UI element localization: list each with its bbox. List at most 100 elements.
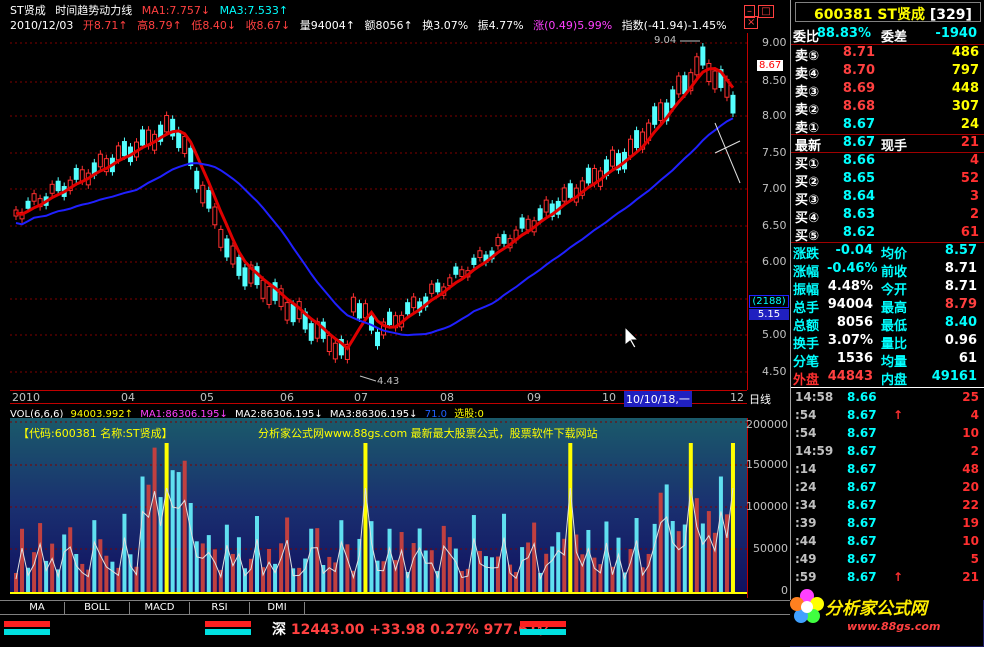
code-overlay: 【代码:600381 名称:ST贤成】 bbox=[18, 426, 173, 440]
volume-bar bbox=[706, 511, 711, 593]
volume-bar bbox=[550, 546, 555, 593]
volume-bar bbox=[38, 523, 43, 593]
weicha-value: -1940 bbox=[935, 26, 977, 41]
maximize-button[interactable]: □ bbox=[758, 5, 774, 18]
tick-volume: 5 bbox=[970, 552, 979, 566]
volume-bar bbox=[688, 443, 693, 593]
candle bbox=[567, 183, 573, 198]
stat-value: 8.79 bbox=[944, 297, 977, 312]
turnover-label: 换3.07% bbox=[422, 19, 469, 32]
volume-label: 量94004↑ bbox=[299, 19, 355, 32]
inner-label: 内盘 bbox=[881, 373, 908, 388]
volume-bar bbox=[465, 568, 470, 593]
volume-bar bbox=[634, 518, 639, 593]
sell-row: 卖① 8.67 24 bbox=[793, 117, 983, 136]
divider bbox=[791, 387, 984, 388]
inner-outer-row: 外盘 44843 内盘 49161 bbox=[791, 369, 981, 388]
tick-row: :54 8.67 ↑ 4 bbox=[793, 408, 983, 426]
tick-volume: 4 bbox=[970, 408, 979, 422]
sell-row: 卖④ 8.70 797 bbox=[793, 63, 983, 82]
volume-bar bbox=[98, 539, 103, 593]
close-button[interactable]: × bbox=[744, 16, 759, 29]
volume-bar bbox=[212, 549, 217, 593]
tick-row: 14:58 8.66 25 bbox=[793, 390, 983, 408]
change-label: 涨(0.49)5.99% bbox=[533, 19, 613, 32]
volume-bar bbox=[568, 443, 573, 593]
tick-row: :34 8.67 22 bbox=[793, 498, 983, 516]
indicator-tabs: MA BOLL MACD RSI DMI bbox=[0, 600, 790, 615]
candle bbox=[706, 62, 712, 82]
tick-volume: 20 bbox=[962, 480, 979, 494]
price-tick: 6.00 bbox=[762, 255, 787, 268]
volume-bar bbox=[556, 532, 561, 593]
open-label: 开8.71↑ bbox=[82, 19, 128, 32]
sell-price: 8.67 bbox=[842, 117, 875, 132]
candle bbox=[459, 269, 465, 278]
sell-volume: 24 bbox=[960, 117, 979, 132]
down-ratio-bar-2 bbox=[205, 629, 251, 635]
candle bbox=[164, 115, 170, 133]
vol-tick: 150000 bbox=[746, 458, 788, 471]
volume-bar bbox=[417, 528, 422, 593]
tick-price: 8.67 bbox=[847, 480, 877, 494]
stat-label: 分笔 bbox=[793, 355, 820, 370]
stock-name[interactable]: ST贤成 bbox=[10, 4, 46, 17]
ma3-value: MA3:7.533↑ bbox=[219, 4, 289, 17]
candle bbox=[212, 206, 218, 226]
stat-label: 总额 bbox=[793, 319, 820, 334]
low-annotation: 4.43 bbox=[377, 376, 399, 387]
volume-bar bbox=[363, 443, 368, 593]
stat-label: 涨幅 bbox=[793, 265, 820, 280]
candle bbox=[242, 267, 248, 287]
volume-bar bbox=[224, 524, 229, 593]
volume-chart[interactable]: 【代码:600381 名称:ST贤成】 分析家公式网www.88gs.com 最… bbox=[10, 418, 747, 598]
volume-bar bbox=[399, 532, 404, 593]
buy-label: 买③ bbox=[795, 193, 820, 208]
latest-row: 最新 8.67 现手 21 bbox=[793, 135, 983, 154]
date-label: 05 bbox=[200, 391, 214, 404]
buy-row: 买① 8.66 4 bbox=[793, 153, 983, 172]
index-label: 指数(-41.94)-1.45% bbox=[621, 19, 727, 32]
volume-bar bbox=[718, 476, 723, 593]
tick-row: 14:59 8.67 2 bbox=[793, 444, 983, 462]
stat-value: 4.48% bbox=[827, 279, 873, 294]
stat-label: 前收 bbox=[881, 265, 908, 280]
date-label: 12 bbox=[730, 391, 744, 404]
candle bbox=[73, 167, 79, 180]
candle bbox=[308, 323, 314, 341]
market-index: 深 12443.00 +33.98 0.27% 977.61亿 bbox=[272, 619, 552, 639]
indicator-name[interactable]: 时间趋势动力线 bbox=[55, 4, 132, 17]
tick-price: 8.66 bbox=[847, 390, 877, 404]
sell-price: 8.70 bbox=[842, 63, 875, 78]
buy-row: 买④ 8.63 2 bbox=[793, 207, 983, 226]
low-marker bbox=[359, 375, 377, 382]
trend-line-2 bbox=[714, 140, 741, 154]
high-label: 高8.79↑ bbox=[137, 19, 182, 32]
candle bbox=[326, 335, 332, 353]
up-arrow-icon: ↑ bbox=[893, 408, 904, 422]
tick-volume: 48 bbox=[962, 462, 979, 476]
date-label: 09 bbox=[527, 391, 541, 404]
period-label[interactable]: 日线 bbox=[749, 391, 771, 407]
window-controls: – □ × bbox=[744, 5, 790, 29]
latest-price: 8.67 bbox=[842, 135, 875, 150]
candle bbox=[200, 184, 206, 204]
candle bbox=[712, 70, 718, 90]
tick-volume: 25 bbox=[962, 390, 979, 404]
volume-bar bbox=[357, 538, 362, 593]
sell-price: 8.69 bbox=[842, 81, 875, 96]
xianshou-value: 21 bbox=[960, 135, 979, 150]
buy-label: 买① bbox=[795, 157, 820, 172]
candle bbox=[224, 238, 230, 258]
candle bbox=[405, 302, 411, 315]
volume-bar bbox=[670, 521, 675, 593]
volume-bar bbox=[508, 564, 513, 593]
candle bbox=[284, 302, 290, 321]
tick-volume: 22 bbox=[962, 498, 979, 512]
candlestick-chart[interactable]: 9.04 4.43 bbox=[10, 33, 747, 390]
volume-bar bbox=[586, 529, 591, 593]
volume-bar bbox=[327, 556, 332, 593]
tick-time: :54 bbox=[795, 426, 817, 440]
candle bbox=[206, 189, 212, 209]
stock-code: 600381 bbox=[814, 7, 873, 23]
